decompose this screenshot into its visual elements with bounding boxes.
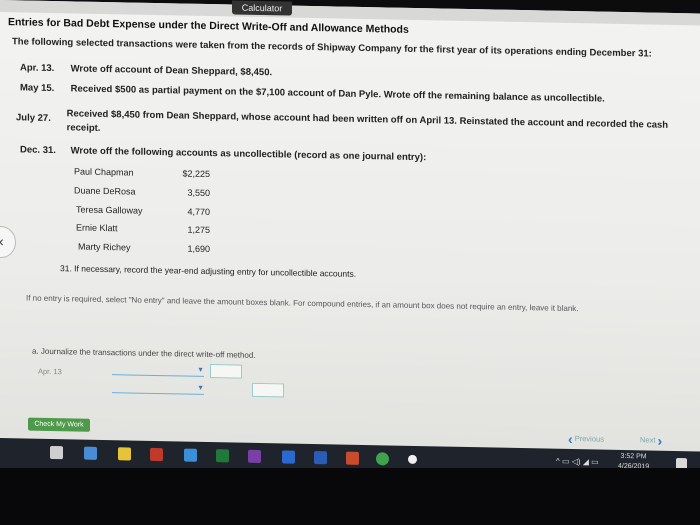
account-name: Duane DeRosa <box>74 185 136 197</box>
screen: Calculator Entries for Bad Debt Expense … <box>0 0 700 525</box>
caret-down-icon: ▼ <box>197 366 204 374</box>
transaction-row: Dec. 31. Wrote off the following account… <box>20 144 426 163</box>
account-amount: 1,690 <box>187 243 210 255</box>
problem-page: Calculator Entries for Bad Debt Expense … <box>0 0 700 454</box>
transaction-text: Received $8,450 from Dean Sheppard, whos… <box>67 107 668 147</box>
transaction-text: Wrote off account of Dean Sheppard, $8,4… <box>70 63 273 79</box>
item-31: 31. If necessary, record the year-end ad… <box>60 263 357 279</box>
clock-time: 3:52 PM <box>620 452 647 461</box>
office-icon[interactable] <box>150 447 163 462</box>
next-button[interactable]: Next › <box>640 432 663 449</box>
excel-icon[interactable] <box>216 449 229 463</box>
transaction-text: Received $500 as partial payment on the … <box>70 83 605 105</box>
account-dropdown[interactable]: ▼ <box>112 364 204 377</box>
left-expand-tab[interactable]: ‹ <box>0 225 16 259</box>
file-explorer-icon[interactable] <box>118 447 131 461</box>
system-tray[interactable]: ^ ▭ ◁) ◢ ▭ <box>556 457 599 467</box>
account-dropdown[interactable]: ▼ <box>112 382 204 395</box>
chevron-left-icon: ‹ <box>568 430 573 448</box>
account-name: Ernie Klatt <box>76 222 118 234</box>
transaction-date: May 15. <box>20 82 55 95</box>
transaction-text-line: Received $8,450 from Dean Sheppard, whos… <box>66 108 669 131</box>
check-my-work-button[interactable]: Check My Work <box>28 417 90 432</box>
calculator-tab[interactable]: Calculator <box>232 0 292 16</box>
journal-date: Apr. 13 <box>38 366 62 377</box>
transaction-row: May 15. Received $500 as partial payment… <box>20 82 605 104</box>
account-name: Teresa Galloway <box>76 204 143 216</box>
search-icon[interactable] <box>50 445 63 460</box>
account-amount: 3,550 <box>187 187 210 199</box>
previous-button[interactable]: ‹ Previous <box>568 431 604 448</box>
word-icon[interactable] <box>314 451 327 465</box>
transaction-row: July 27. Received $8,450 from Dean Shepp… <box>16 106 668 147</box>
chevron-left-icon: ‹ <box>0 232 4 250</box>
transaction-text: Wrote off the following accounts as unco… <box>70 145 427 164</box>
outlook-icon[interactable] <box>282 450 295 464</box>
transaction-date: July 27. <box>16 112 51 124</box>
account-amount: 4,770 <box>187 206 210 218</box>
transaction-row: Apr. 13. Wrote off account of Dean Shepp… <box>20 62 272 78</box>
instructions-text: If no entry is required, select "No entr… <box>26 293 579 314</box>
record-icon[interactable] <box>408 454 417 465</box>
monitor-bezel <box>0 468 700 525</box>
account-amount: 1,275 <box>187 224 210 236</box>
powerpoint-icon[interactable] <box>346 451 359 465</box>
transaction-date: Apr. 13. <box>20 62 55 75</box>
credit-amount-input[interactable] <box>252 382 284 398</box>
account-name: Marty Richey <box>78 241 131 253</box>
debit-amount-input[interactable] <box>210 364 242 379</box>
transaction-date: Dec. 31. <box>20 144 56 157</box>
onenote-icon[interactable] <box>248 449 261 464</box>
task-view-icon[interactable] <box>84 446 97 460</box>
next-label: Next <box>640 435 656 445</box>
caret-down-icon: ▼ <box>197 384 204 392</box>
chevron-right-icon: › <box>657 432 663 449</box>
part-a-instruction: a. Journalize the transactions under the… <box>32 346 256 360</box>
intro-text: The following selected transactions were… <box>12 36 652 60</box>
chrome-icon[interactable] <box>376 452 389 466</box>
transaction-text-line: receipt. <box>66 122 101 134</box>
edge-icon[interactable] <box>184 448 197 462</box>
account-name: Paul Chapman <box>74 166 134 178</box>
account-amount: $2,225 <box>182 168 210 180</box>
page-title: Entries for Bad Debt Expense under the D… <box>8 16 409 36</box>
previous-label: Previous <box>574 434 604 444</box>
